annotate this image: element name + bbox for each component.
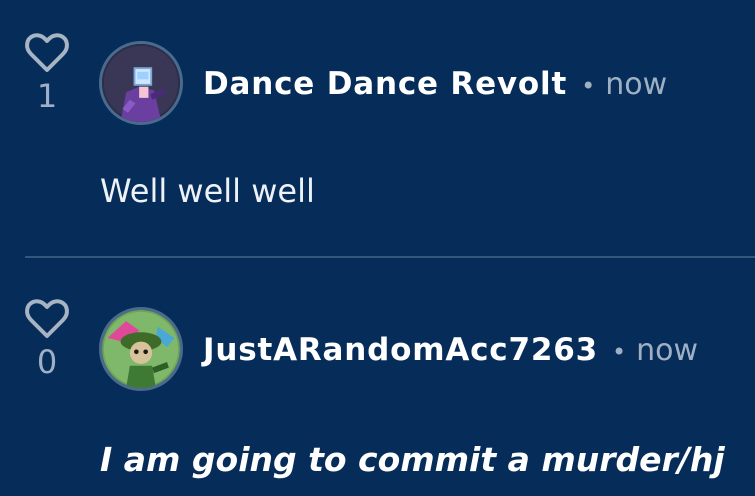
heart-icon[interactable] bbox=[24, 298, 70, 340]
like-count: 1 bbox=[36, 77, 58, 115]
comment-header: JustARandomAcc7263 • now bbox=[203, 330, 698, 372]
separator-dot: • bbox=[611, 337, 627, 366]
avatar[interactable] bbox=[99, 307, 183, 391]
like-control: 0 bbox=[22, 298, 72, 380]
comment-text: I am going to commit a murder/hj bbox=[100, 440, 725, 479]
avatar-purple-character-icon bbox=[102, 44, 180, 122]
username[interactable]: Dance Dance Revolt bbox=[203, 66, 567, 102]
divider bbox=[25, 256, 755, 258]
heart-icon[interactable] bbox=[24, 32, 70, 74]
timestamp: now bbox=[636, 333, 698, 368]
timestamp: now bbox=[605, 67, 668, 102]
username[interactable]: JustARandomAcc7263 bbox=[203, 332, 598, 368]
separator-dot: • bbox=[581, 71, 596, 100]
avatar[interactable] bbox=[99, 41, 183, 125]
like-count: 0 bbox=[36, 343, 58, 381]
avatar-green-character-icon bbox=[102, 310, 180, 388]
like-control: 1 bbox=[22, 32, 72, 114]
comment-header: Dance Dance Revolt • now bbox=[203, 64, 667, 106]
comment-text: Well well well bbox=[100, 172, 315, 210]
